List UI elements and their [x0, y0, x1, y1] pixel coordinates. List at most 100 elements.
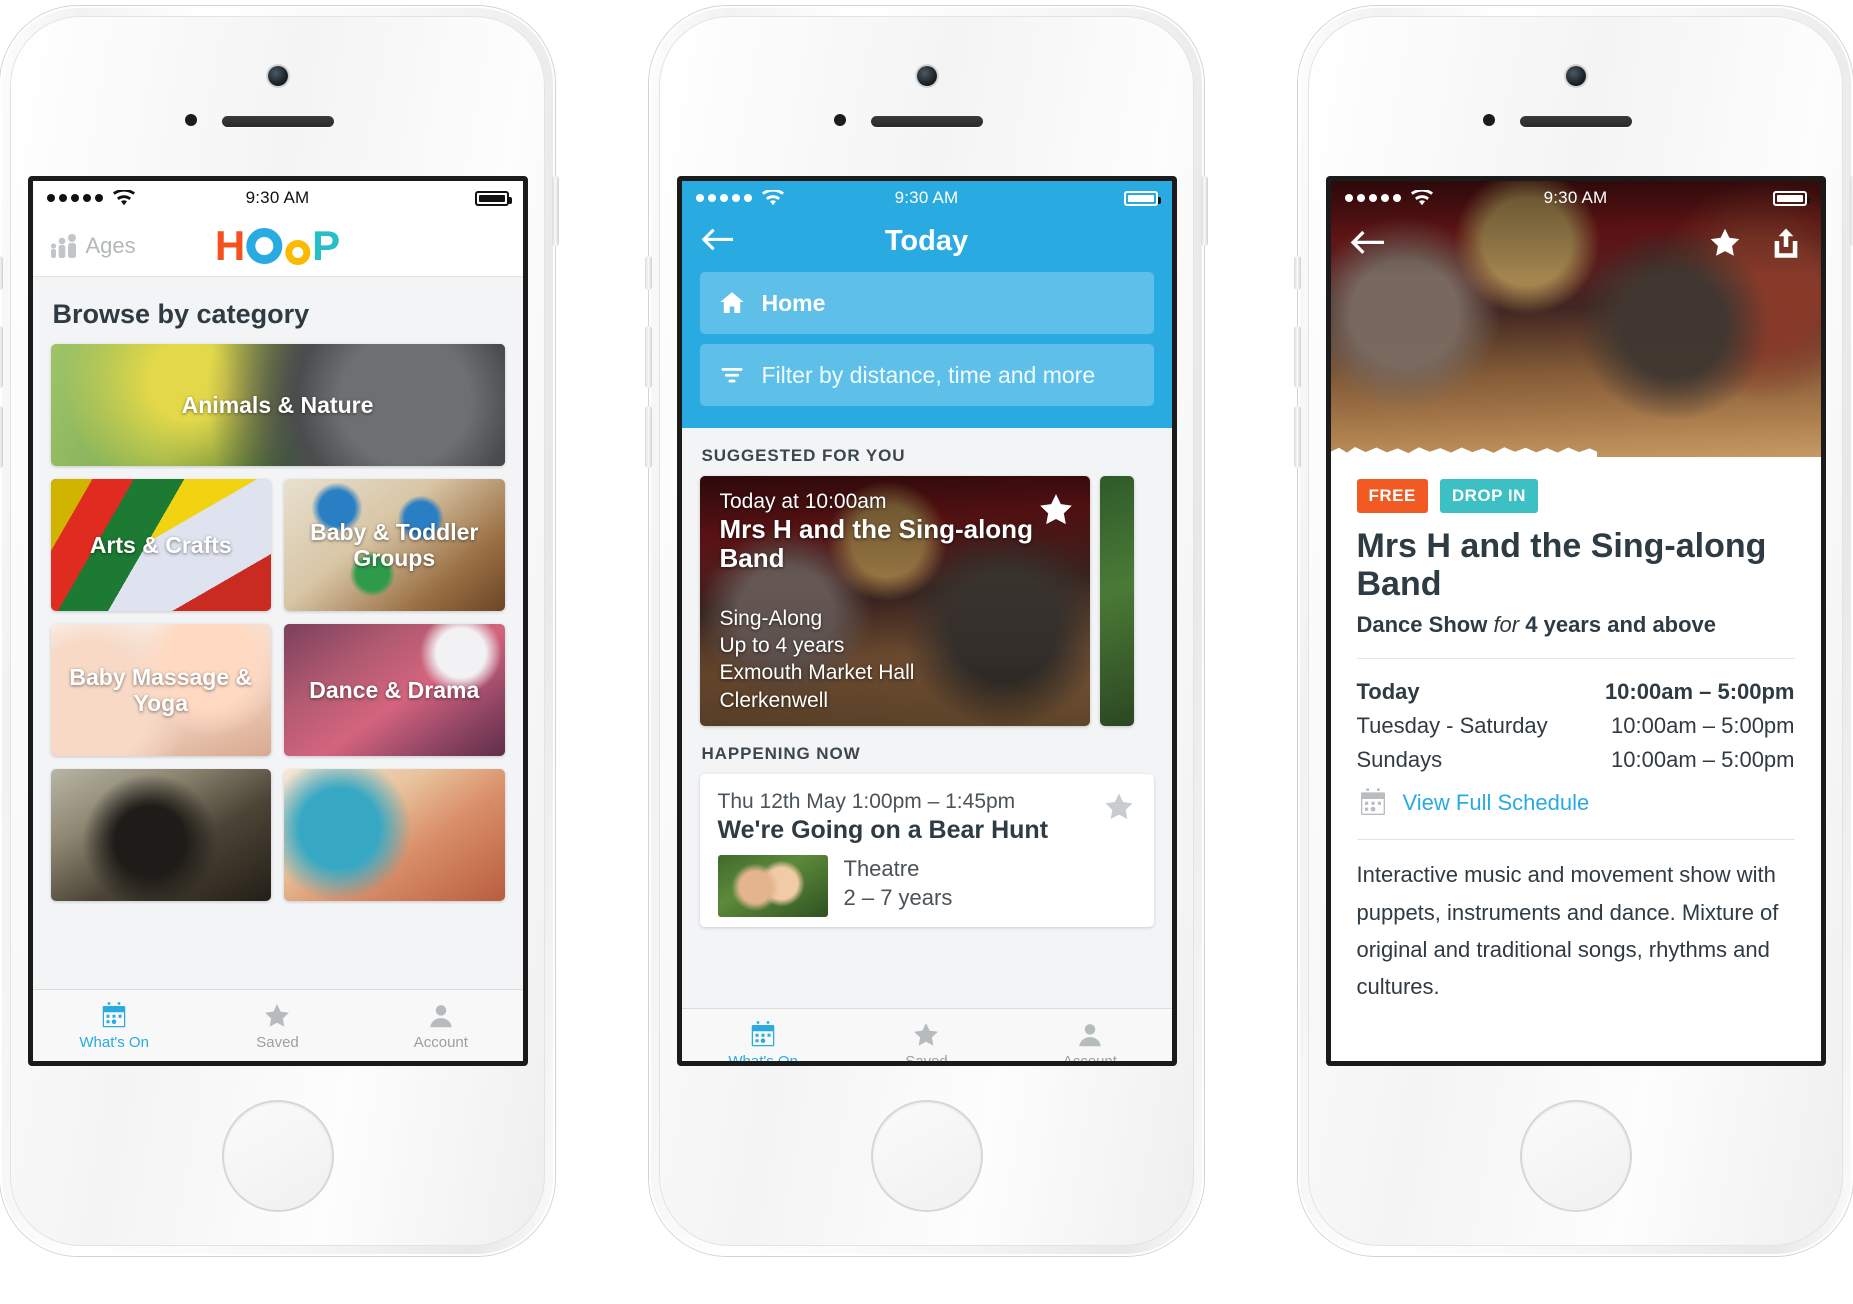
volume-up-button[interactable]	[0, 326, 3, 388]
location-filter-button[interactable]: Home	[699, 272, 1154, 334]
three-phone-mockup: 9:30 AM Ages H P Browse by category Anim…	[0, 0, 1853, 1304]
proximity-sensor	[185, 114, 197, 126]
view-full-schedule-link[interactable]: View Full Schedule	[1357, 787, 1795, 819]
bottom-tab-bar: What's On Saved Account	[32, 989, 523, 1061]
tab-label: Saved	[256, 1033, 299, 1051]
power-button[interactable]	[552, 176, 559, 246]
back-arrow-icon[interactable]	[1349, 229, 1385, 262]
back-arrow-icon[interactable]	[700, 227, 734, 261]
calendar-icon	[102, 1001, 126, 1027]
category-tile-row-1: Arts & Crafts Baby & Toddler Groups	[50, 479, 505, 624]
share-icon[interactable]	[1769, 226, 1803, 265]
mute-switch[interactable]	[0, 256, 3, 290]
schedule-day: Tuesday - Saturday	[1356, 713, 1548, 739]
power-button[interactable]	[1201, 176, 1208, 246]
category-tile-label: Arts & Crafts	[89, 531, 232, 558]
volume-down-button[interactable]	[645, 406, 652, 468]
hero-action-bar	[1331, 225, 1821, 266]
signal-dots-icon	[46, 194, 103, 202]
suggested-event-card[interactable]: Today at 10:00am Mrs H and the Sing-alon…	[699, 476, 1090, 726]
mute-switch[interactable]	[1294, 256, 1301, 290]
tab-whats-on[interactable]: What's On	[33, 990, 196, 1061]
page-title: Browse by category	[52, 299, 310, 329]
home-button[interactable]	[872, 1102, 981, 1210]
phone-2-header: 9:30 AM Today Home Filter by distance, t…	[681, 181, 1172, 428]
category-tile-label: Baby & Toddler Groups	[310, 518, 479, 571]
earpiece-speaker	[870, 116, 983, 127]
wifi-icon	[112, 190, 135, 206]
tab-label: Saved	[905, 1052, 948, 1062]
mute-switch[interactable]	[645, 256, 652, 290]
schedule-row: Sundays 10:00am – 5:00pm	[1357, 743, 1795, 777]
hoop-logo: H P	[214, 221, 340, 269]
star-icon	[265, 1003, 290, 1027]
bottom-tab-bar: What's On Saved Account	[681, 1008, 1172, 1061]
proximity-sensor	[1483, 114, 1495, 126]
calendar-icon	[751, 1020, 775, 1046]
tab-account[interactable]: Account	[1008, 1009, 1171, 1061]
signal-dots-icon	[1344, 194, 1401, 202]
suggested-carousel[interactable]: Today at 10:00am Mrs H and the Sing-alon…	[682, 476, 1172, 726]
category-tile-label: Baby Massage & Yoga	[69, 663, 253, 716]
event-description: Interactive music and movement show with…	[1356, 862, 1779, 1000]
category-tile-animals-nature[interactable]: Animals & Nature	[50, 344, 505, 466]
phone-1-navbar: Ages H P	[32, 215, 523, 277]
tab-label: Account	[413, 1033, 468, 1051]
filter-icon	[721, 368, 742, 383]
schedule-row: Tuesday - Saturday 10:00am – 5:00pm	[1357, 709, 1795, 743]
volume-down-button[interactable]	[0, 406, 3, 468]
category-tile-music[interactable]	[284, 769, 505, 901]
logo-letter-h: H	[214, 221, 246, 269]
event-subtitle-connector: for	[1493, 612, 1520, 638]
category-tile-arts-crafts[interactable]: Arts & Crafts	[50, 479, 271, 611]
happening-now-card[interactable]: Thu 12th May 1:00pm – 1:45pm We're Going…	[699, 774, 1154, 927]
schedule-row: Today 10:00am – 5:00pm	[1357, 675, 1795, 709]
event-detail-content: FREE DROP IN Mrs H and the Sing-along Ba…	[1330, 457, 1821, 1061]
event-subtitle: Dance Show for 4 years and above	[1357, 612, 1795, 638]
view-full-schedule-label: View Full Schedule	[1402, 790, 1590, 816]
event-ages: 2 – 7 years	[843, 884, 953, 910]
phone-2-screen: 9:30 AM Today Home Filter by distance, t…	[676, 176, 1177, 1066]
logo-letter-o-big	[246, 227, 283, 264]
event-venue: Exmouth Market Hall	[719, 661, 915, 685]
status-bar: 9:30 AM	[33, 181, 523, 215]
wifi-icon	[1410, 190, 1433, 206]
calendar-icon	[1360, 788, 1385, 816]
tab-whats-on[interactable]: What's On	[682, 1009, 845, 1061]
status-time: 9:30 AM	[894, 188, 959, 207]
divider	[1356, 839, 1795, 841]
category-tile-baby-massage-yoga[interactable]: Baby Massage & Yoga	[50, 624, 271, 756]
volume-up-button[interactable]	[1294, 326, 1301, 388]
filter-button[interactable]: Filter by distance, time and more	[699, 344, 1154, 406]
schedule-time: 10:00am – 5:00pm	[1611, 713, 1795, 739]
event-thumbnail	[717, 855, 828, 917]
tab-saved[interactable]: Saved	[196, 990, 359, 1061]
phone-2-navbar: Today	[682, 215, 1172, 272]
event-meta: Theatre 2 – 7 years	[717, 855, 1136, 917]
suggested-card-top: Today at 10:00am Mrs H and the Sing-alon…	[720, 490, 1034, 573]
battery-full-icon	[1123, 190, 1161, 206]
category-tile-row-3	[50, 769, 505, 914]
save-star-icon[interactable]	[1036, 490, 1076, 535]
tab-account[interactable]: Account	[359, 990, 522, 1061]
front-camera	[1565, 66, 1586, 86]
front-camera	[916, 66, 937, 86]
volume-down-button[interactable]	[1294, 406, 1301, 468]
save-star-icon[interactable]	[1102, 790, 1136, 829]
earpiece-speaker	[221, 116, 334, 127]
phone-3-screen: 9:30 AM FREE DROP IN Mrs H and the Sing-…	[1325, 176, 1826, 1066]
logo-letter-o-small	[285, 239, 311, 265]
suggested-event-card-next[interactable]	[1099, 476, 1134, 726]
volume-up-button[interactable]	[645, 326, 652, 388]
event-category: Theatre	[843, 856, 920, 881]
tab-saved[interactable]: Saved	[845, 1009, 1008, 1061]
event-title: We're Going on a Bear Hunt	[717, 816, 1049, 844]
category-tile-dinosaurs[interactable]	[50, 769, 271, 901]
category-tile-dance-drama[interactable]: Dance & Drama	[284, 624, 505, 756]
schedule-day: Today	[1356, 679, 1420, 705]
ages-filter-button[interactable]: Ages	[49, 233, 136, 259]
home-button[interactable]	[1521, 1102, 1630, 1210]
home-button[interactable]	[223, 1102, 332, 1210]
save-star-icon[interactable]	[1707, 225, 1743, 266]
category-tile-baby-toddler-groups[interactable]: Baby & Toddler Groups	[284, 479, 505, 611]
